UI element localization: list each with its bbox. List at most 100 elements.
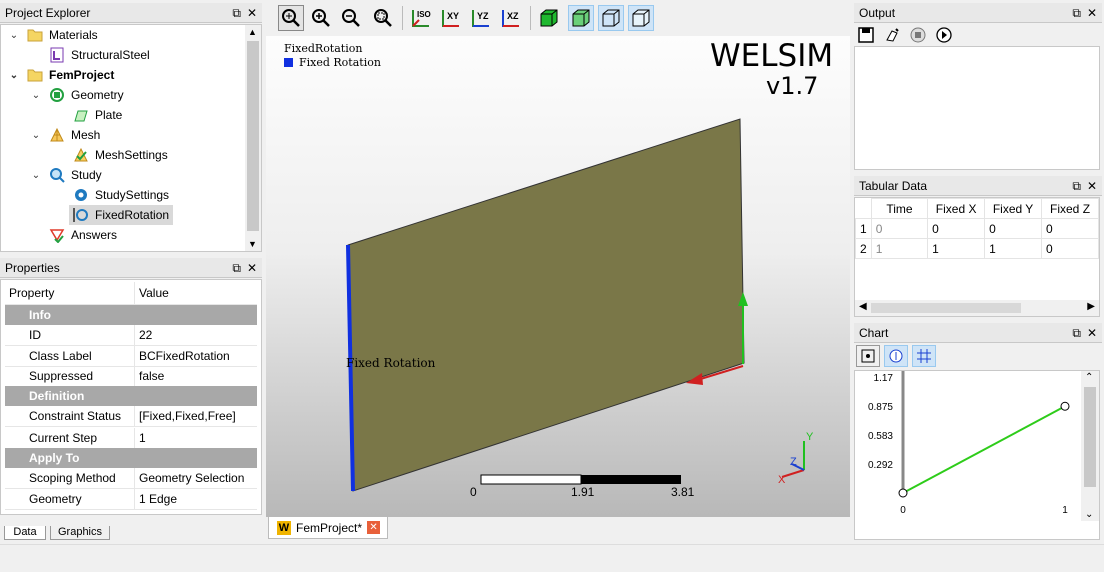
- tree-item-plate[interactable]: Plate: [73, 105, 122, 125]
- table-row[interactable]: 2 1 1 1 0: [855, 238, 1099, 259]
- close-icon[interactable]: ✕: [1087, 327, 1097, 339]
- float-icon[interactable]: ⧉: [232, 262, 241, 274]
- table-cell[interactable]: 0: [927, 218, 986, 239]
- expand-icon[interactable]: ⌄: [29, 90, 43, 101]
- tab-data[interactable]: Data: [4, 526, 46, 540]
- table-cell[interactable]: 1: [870, 238, 929, 259]
- table-cell[interactable]: 1: [927, 238, 986, 259]
- prop-scoping-method[interactable]: Scoping Method Geometry Selection: [5, 468, 257, 489]
- expand-icon[interactable]: ⌄: [7, 70, 21, 81]
- tabular-grid: Time Fixed X Fixed Y Fixed Z 1 0 0 0 0 2…: [854, 197, 1100, 317]
- transparent-button[interactable]: [628, 5, 654, 31]
- group-info[interactable]: Info: [5, 305, 257, 325]
- project-explorer-title: Project Explorer: [5, 5, 91, 20]
- expand-icon[interactable]: ⌄: [29, 170, 43, 181]
- table-cell[interactable]: 0: [1041, 238, 1099, 259]
- prop-id[interactable]: ID 22: [5, 325, 257, 346]
- tree-item-femproject[interactable]: ⌄ FemProject: [7, 65, 115, 85]
- float-icon[interactable]: ⧉: [232, 7, 241, 19]
- prop-geometry[interactable]: Geometry 1 Edge: [5, 489, 257, 510]
- float-icon[interactable]: ⧉: [1072, 180, 1081, 192]
- tree-item-answers[interactable]: Answers: [49, 225, 117, 245]
- prop-current-step[interactable]: Current Step 1: [5, 428, 257, 449]
- group-definition[interactable]: Definition: [5, 386, 257, 406]
- expand-icon[interactable]: ⌄: [29, 130, 43, 141]
- tree-label: StructuralSteel: [71, 48, 150, 62]
- col-header[interactable]: Time: [870, 198, 929, 219]
- table-cell[interactable]: 0: [870, 218, 929, 239]
- scroll-up-icon[interactable]: ▲: [248, 27, 257, 37]
- close-icon[interactable]: ✕: [247, 7, 257, 19]
- scroll-left-icon[interactable]: ◀: [859, 301, 867, 312]
- chart-y-tick-label: 0.292: [868, 460, 893, 471]
- clear-icon[interactable]: [882, 25, 902, 45]
- chart-vscrollbar[interactable]: ⌃ ⌄: [1081, 371, 1099, 521]
- prop-key: Constraint Status: [5, 406, 135, 426]
- scroll-right-icon[interactable]: ▶: [1087, 301, 1095, 312]
- prop-suppressed[interactable]: Suppressed false: [5, 366, 257, 387]
- plate-icon: [73, 107, 89, 123]
- output-console[interactable]: [854, 46, 1100, 170]
- zoom-in-button[interactable]: [308, 5, 334, 31]
- svg-text:ISO: ISO: [417, 10, 431, 19]
- view-xy-button[interactable]: XY: [438, 5, 464, 31]
- view-iso-button[interactable]: ISO: [408, 5, 434, 31]
- chart-svg[interactable]: 1.17 0.875 0.583 0.292 0 1: [855, 371, 1081, 539]
- properties-titlebar: Properties ⧉ ✕: [0, 258, 262, 278]
- expand-icon[interactable]: ⌄: [7, 30, 21, 41]
- tree-item-geometry[interactable]: ⌄ Geometry: [29, 85, 124, 105]
- model-view[interactable]: [266, 36, 850, 517]
- view-yz-button[interactable]: YZ: [468, 5, 494, 31]
- float-icon[interactable]: ⧉: [1072, 7, 1081, 19]
- tree-item-materials[interactable]: ⌄ Materials: [7, 25, 98, 45]
- scroll-down-icon[interactable]: ▼: [248, 239, 257, 249]
- close-tab-icon[interactable]: ✕: [367, 521, 381, 534]
- tree-scrollbar[interactable]: ▲ ▼: [245, 25, 261, 251]
- chart-area[interactable]: 1.17 0.875 0.583 0.292 0 1 ⌃ ⌄: [854, 370, 1100, 540]
- table-cell[interactable]: 0: [984, 218, 1043, 239]
- tree-item-meshsettings[interactable]: MeshSettings: [73, 145, 168, 165]
- run-icon[interactable]: [934, 25, 954, 45]
- chart-fit-button[interactable]: [856, 345, 880, 367]
- tree-item-study[interactable]: ⌄ Study: [29, 165, 102, 185]
- shaded-edges-button[interactable]: [568, 5, 594, 31]
- close-icon[interactable]: ✕: [1087, 7, 1097, 19]
- scroll-down-icon[interactable]: ⌄: [1085, 509, 1093, 520]
- chart-grid-button[interactable]: [912, 345, 936, 367]
- close-icon[interactable]: ✕: [247, 262, 257, 274]
- scroll-up-icon[interactable]: ⌃: [1085, 372, 1093, 383]
- save-icon[interactable]: [856, 25, 876, 45]
- close-icon[interactable]: ✕: [1087, 180, 1097, 192]
- tab-graphics[interactable]: Graphics: [50, 526, 110, 540]
- chart-toolbar: [856, 345, 946, 369]
- wireframe-button[interactable]: [598, 5, 624, 31]
- graphics-viewport[interactable]: FixedRotation Fixed Rotation WELSIM v1.7…: [266, 36, 850, 517]
- mesh-settings-icon: [73, 147, 89, 163]
- tabular-hscrollbar[interactable]: ◀ ▶: [855, 300, 1099, 316]
- zoom-box-button[interactable]: [370, 5, 396, 31]
- scroll-thumb[interactable]: [871, 303, 1021, 313]
- table-cell[interactable]: 0: [1041, 218, 1099, 239]
- zoom-out-button[interactable]: [338, 5, 364, 31]
- col-header[interactable]: Fixed Y: [984, 198, 1043, 219]
- stop-icon[interactable]: [908, 25, 928, 45]
- col-header[interactable]: Fixed Z: [1041, 198, 1099, 219]
- zoom-fit-button[interactable]: [278, 5, 304, 31]
- float-icon[interactable]: ⧉: [1072, 327, 1081, 339]
- solid-view-button[interactable]: [536, 5, 562, 31]
- tree-item-fixedrotation[interactable]: FixedRotation: [69, 205, 174, 225]
- scroll-thumb[interactable]: [1084, 387, 1096, 487]
- tree-item-mesh[interactable]: ⌄ Mesh: [29, 125, 100, 145]
- chart-markers-button[interactable]: [884, 345, 908, 367]
- prop-class-label[interactable]: Class Label BCFixedRotation: [5, 346, 257, 367]
- group-apply-to[interactable]: Apply To: [5, 448, 257, 468]
- col-header[interactable]: Fixed X: [927, 198, 986, 219]
- scroll-thumb[interactable]: [247, 41, 259, 231]
- tree-item-studysettings[interactable]: StudySettings: [73, 185, 169, 205]
- table-cell[interactable]: 1: [984, 238, 1043, 259]
- table-row[interactable]: 1 0 0 0 0: [855, 218, 1099, 239]
- prop-constraint-status[interactable]: Constraint Status [Fixed,Fixed,Free]: [5, 406, 257, 427]
- view-xz-button[interactable]: XZ: [498, 5, 524, 31]
- tab-femproject[interactable]: W FemProject* ✕: [268, 517, 388, 539]
- tree-item-structuralsteel[interactable]: StructuralSteel: [49, 45, 150, 65]
